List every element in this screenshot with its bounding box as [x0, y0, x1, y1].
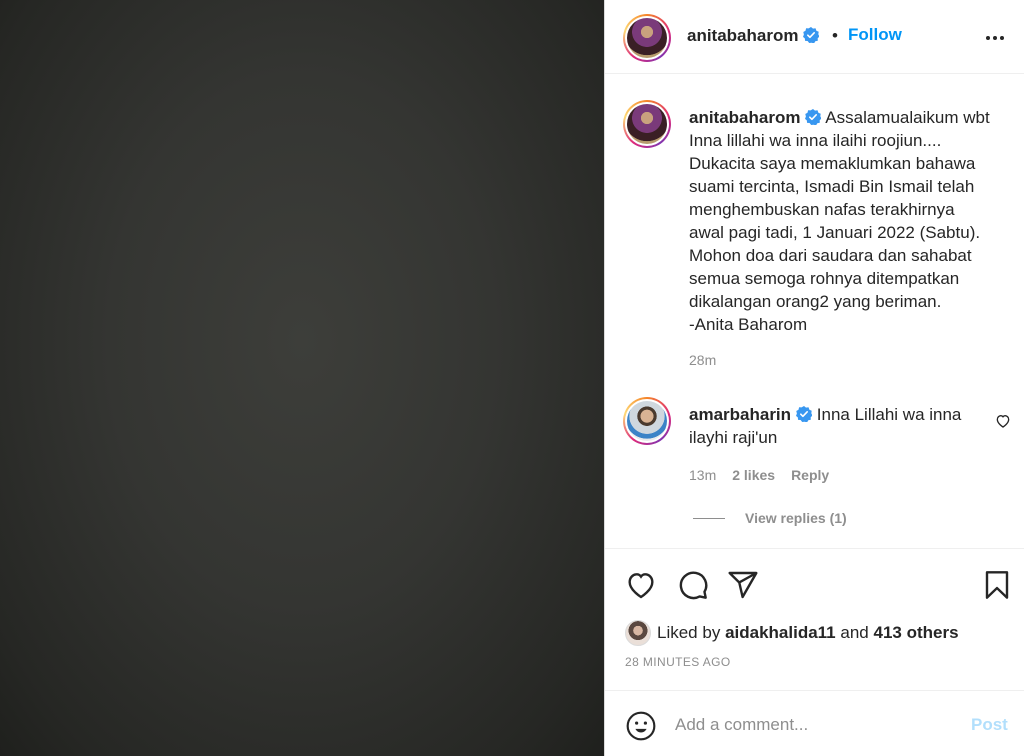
view-replies-label: View replies (1) [745, 510, 847, 526]
likes-others[interactable]: 413 others [873, 623, 958, 643]
add-comment-bar: Post [605, 690, 1024, 756]
comment-likes[interactable]: 2 likes [732, 467, 775, 483]
more-icon[interactable] [983, 26, 1007, 50]
comment-icon[interactable] [677, 569, 709, 601]
liker-username[interactable]: aidakhalida11 [725, 623, 836, 643]
liker-avatar[interactable] [625, 620, 651, 646]
emoji-icon[interactable] [625, 710, 657, 742]
post-media[interactable] [0, 0, 604, 756]
verified-icon [796, 406, 813, 422]
header-separator: • [832, 26, 838, 45]
heart-icon[interactable] [625, 569, 657, 601]
comment-time: 13m [689, 467, 717, 483]
likes-conj: and [840, 623, 869, 642]
likes-prefix: Liked by [657, 623, 721, 642]
comment-username[interactable]: amarbaharin [689, 405, 791, 424]
comment-like-heart-icon[interactable] [995, 413, 1011, 429]
comment-meta: 13m 2 likes Reply [689, 467, 829, 483]
post-timestamp: 28 MINUTES AGO [625, 655, 731, 669]
comment: amarbaharin Inna Lillahi wa inna ilayhi … [689, 403, 989, 449]
follow-button[interactable]: Follow [848, 25, 902, 45]
verified-icon [805, 109, 822, 125]
caption-time: 28m [689, 352, 717, 368]
share-icon[interactable] [727, 569, 759, 601]
action-bar [605, 548, 1024, 620]
post-button[interactable]: Post [971, 715, 1008, 735]
caption-avatar[interactable] [623, 100, 671, 148]
reply-button[interactable]: Reply [791, 467, 829, 483]
author-username[interactable]: anitabaharom [687, 26, 820, 46]
add-comment-input[interactable] [675, 711, 955, 739]
replies-divider [693, 517, 725, 519]
caption-text: Assalamualaikum wbt Inna lillahi wa inna… [689, 108, 990, 334]
commenter-avatar[interactable] [623, 397, 671, 445]
caption-username[interactable]: anitabaharom [689, 108, 800, 127]
likes-summary: Liked by aidakhalida11 and 413 others [625, 620, 959, 646]
bookmark-icon[interactable] [981, 569, 1013, 601]
author-avatar[interactable] [623, 14, 671, 62]
post-header: anitabaharom • Follow [605, 0, 1024, 74]
verified-icon [803, 27, 820, 43]
view-replies-button[interactable]: View replies (1) [693, 510, 847, 526]
post-caption: anitabaharom Assalamualaikum wbt Inna li… [689, 106, 1019, 336]
post-side-panel: anitabaharom • Follow anitabaharom Assal… [604, 0, 1024, 756]
